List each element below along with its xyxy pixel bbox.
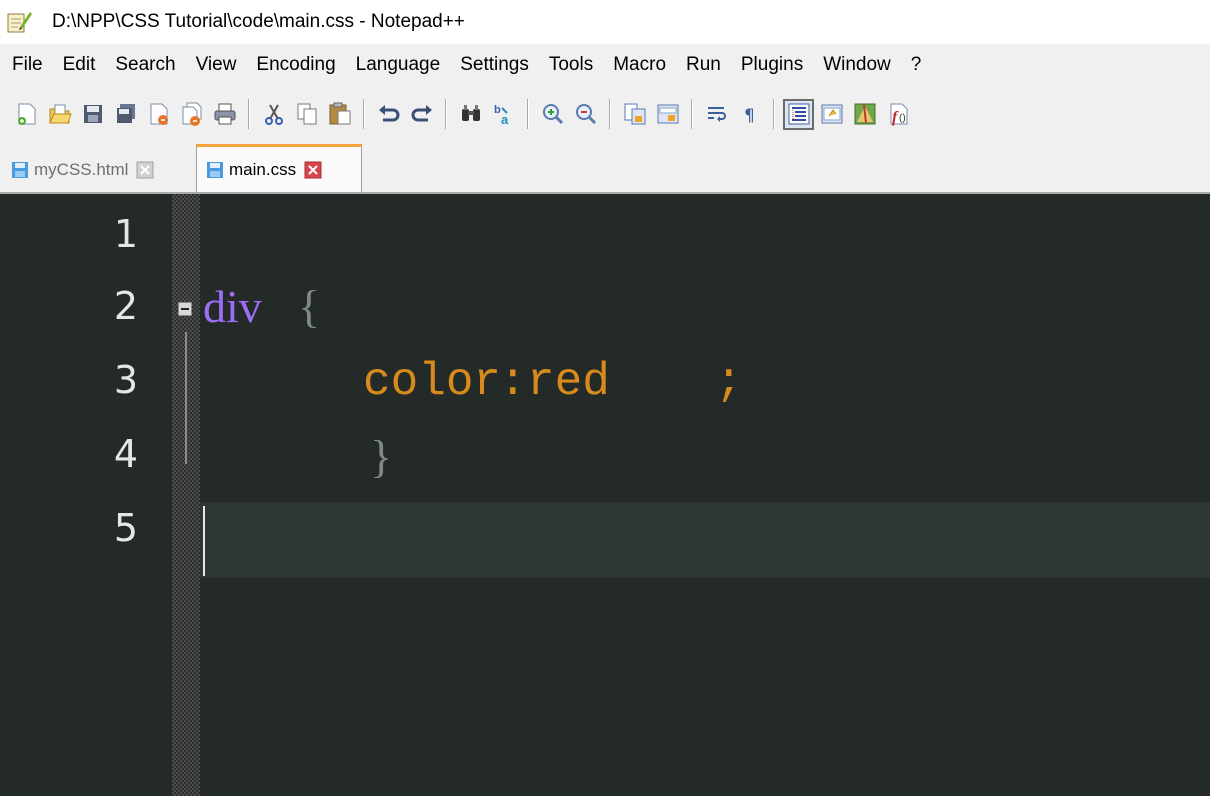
title-bar: D:\NPP\CSS Tutorial\code\main.css - Note…: [0, 0, 1210, 44]
doc-map-icon[interactable]: [851, 101, 878, 128]
tab-mycss-html[interactable]: myCSS.html: [10, 148, 194, 192]
tab-close-icon[interactable]: [304, 161, 322, 179]
close-all-icon[interactable]: [178, 101, 205, 128]
fold-margin[interactable]: [172, 194, 200, 796]
toolbar-separator: [445, 99, 447, 129]
toolbar-separator: [527, 99, 529, 129]
tab-label: main.css: [229, 159, 297, 179]
find-icon[interactable]: [457, 101, 484, 128]
toolbar-separator: [691, 99, 693, 129]
menu-search[interactable]: Search: [105, 54, 185, 76]
menu-encoding[interactable]: Encoding: [246, 54, 345, 76]
toolbar: ba ¶ f(): [0, 86, 1210, 142]
css-property: color: [363, 356, 502, 408]
line-number-gutter: 1 2 3 4 5: [0, 194, 172, 796]
svg-text:a: a: [501, 112, 509, 127]
menu-run[interactable]: Run: [676, 54, 731, 76]
saved-file-icon: [205, 160, 225, 180]
svg-text:b: b: [494, 104, 501, 116]
new-file-icon[interactable]: [13, 101, 40, 128]
tab-main-css[interactable]: main.css: [196, 144, 362, 192]
menu-plugins[interactable]: Plugins: [731, 54, 813, 76]
menu-window[interactable]: Window: [813, 54, 901, 76]
show-all-chars-icon[interactable]: ¶: [736, 101, 763, 128]
toolbar-separator: [609, 99, 611, 129]
line-number: 3: [113, 358, 138, 402]
save-all-icon[interactable]: [112, 101, 139, 128]
current-line-highlight: [200, 502, 1210, 578]
redo-icon[interactable]: [408, 101, 435, 128]
saved-file-icon: [10, 160, 30, 180]
replace-icon[interactable]: ba: [490, 101, 517, 128]
css-semicolon: ;: [715, 356, 743, 408]
menu-macro[interactable]: Macro: [603, 54, 676, 76]
user-defined-lang-icon[interactable]: [818, 101, 845, 128]
css-value: red: [527, 356, 610, 408]
tab-close-icon[interactable]: [136, 161, 154, 179]
undo-icon[interactable]: [375, 101, 402, 128]
toolbar-separator: [773, 99, 775, 129]
sync-horizontal-icon[interactable]: [654, 101, 681, 128]
toolbar-separator: [363, 99, 365, 129]
paste-icon[interactable]: [326, 101, 353, 128]
css-selector: div: [203, 281, 262, 332]
menu-file[interactable]: File: [0, 54, 53, 76]
svg-text:(): (): [899, 113, 906, 124]
notepad-plus-plus-icon: [6, 9, 32, 35]
text-caret: [203, 506, 205, 576]
menu-help[interactable]: ?: [901, 54, 932, 76]
fold-collapse-icon[interactable]: [178, 302, 192, 316]
tab-bar: myCSS.html main.css: [0, 142, 1210, 194]
menu-edit[interactable]: Edit: [53, 54, 106, 76]
close-icon[interactable]: [145, 101, 172, 128]
function-list-icon[interactable]: f(): [884, 101, 911, 128]
window-title: D:\NPP\CSS Tutorial\code\main.css - Note…: [52, 11, 465, 32]
open-file-icon[interactable]: [46, 101, 73, 128]
line-number: 1: [113, 212, 138, 256]
save-icon[interactable]: [79, 101, 106, 128]
print-icon[interactable]: [211, 101, 238, 128]
line-number: 5: [113, 506, 138, 550]
fold-guide-line: [185, 332, 187, 464]
css-colon: :: [499, 356, 527, 408]
word-wrap-icon[interactable]: [703, 101, 730, 128]
menu-language[interactable]: Language: [346, 54, 451, 76]
css-close-brace: }: [370, 431, 393, 482]
svg-text:¶: ¶: [744, 106, 755, 126]
menu-view[interactable]: View: [186, 54, 247, 76]
copy-icon[interactable]: [293, 101, 320, 128]
menu-tools[interactable]: Tools: [539, 54, 603, 76]
code-editor[interactable]: 1 2 3 4 5 div { color : red ; }: [0, 194, 1210, 796]
indent-guide-icon[interactable]: [783, 98, 814, 130]
menu-settings[interactable]: Settings: [450, 54, 539, 76]
zoom-in-icon[interactable]: [539, 101, 566, 128]
sync-vertical-icon[interactable]: [621, 101, 648, 128]
line-number: 2: [113, 284, 138, 328]
zoom-out-icon[interactable]: [572, 101, 599, 128]
menu-bar: File Edit Search View Encoding Language …: [0, 44, 1210, 86]
cut-icon[interactable]: [260, 101, 287, 128]
css-open-brace: {: [298, 281, 321, 332]
toolbar-separator: [248, 99, 250, 129]
tab-label: myCSS.html: [34, 160, 129, 179]
line-number: 4: [113, 432, 138, 476]
